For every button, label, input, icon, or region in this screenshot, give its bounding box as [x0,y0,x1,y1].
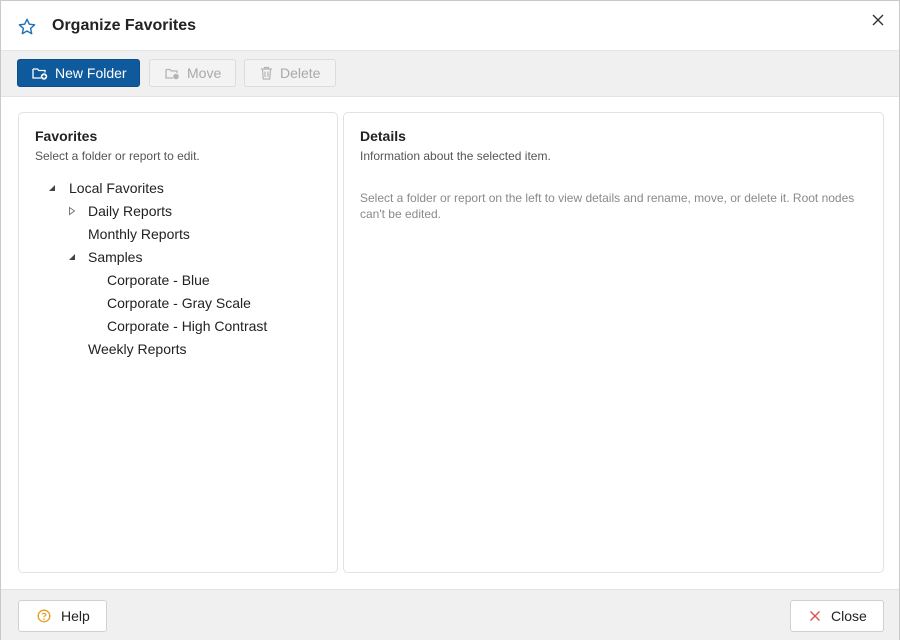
close-icon [810,611,820,621]
delete-label: Delete [280,65,321,81]
folder-add-icon [32,68,48,80]
expanded-triangle-icon[interactable] [47,183,57,193]
move-label: Move [187,65,222,81]
tree-node-label: Monthly Reports [88,226,190,242]
help-button[interactable]: Help [18,600,107,632]
close-icon[interactable] [867,9,889,31]
close-button[interactable]: Close [790,600,884,632]
star-icon [18,18,36,35]
trash-icon [261,66,272,80]
favorites-panel: Favorites Select a folder or report to e… [18,112,338,573]
tree-node-monthly-reports[interactable]: Monthly Reports [88,223,190,245]
tree-node-label: Corporate - High Contrast [107,318,268,334]
favorites-title: Favorites [35,128,98,144]
delete-button[interactable]: Delete [244,59,336,87]
folder-move-icon [165,68,179,79]
tree-node-label: Corporate - Blue [107,272,210,288]
new-folder-button[interactable]: New Folder [17,59,140,87]
dialog-footer: Help Close [1,589,899,640]
tree-node-corporate-gray-scale[interactable]: Corporate - Gray Scale [107,292,251,314]
tree-node-label: Weekly Reports [88,341,187,357]
details-title: Details [360,128,406,144]
tree-node-samples[interactable]: Samples [69,246,143,268]
details-hint: Select a folder or report on the left to… [360,191,855,221]
organize-favorites-dialog: Organize Favorites New Folder Move Delet… [0,0,900,640]
tree-node-label: Samples [88,249,143,265]
dialog-titlebar: Organize Favorites [1,1,899,51]
move-button[interactable]: Move [149,59,236,87]
tree-node-label: Corporate - Gray Scale [107,295,251,311]
tree-node-daily-reports[interactable]: Daily Reports [69,200,173,222]
collapsed-triangle-icon[interactable] [67,206,77,216]
help-circle-icon [37,609,51,623]
help-label: Help [61,608,90,624]
details-panel: Details Information about the selected i… [343,112,884,573]
close-label: Close [831,608,867,624]
dialog-title: Organize Favorites [52,17,197,34]
tree-node-label: Daily Reports [88,203,173,219]
tree-node-corporate-blue[interactable]: Corporate - Blue [107,269,210,291]
details-subtitle: Information about the selected item. [360,149,551,163]
expanded-triangle-icon[interactable] [67,252,77,262]
tree-node-label: Local Favorites [69,180,164,196]
tree-node-corporate-high-contrast[interactable]: Corporate - High Contrast [107,315,267,337]
favorites-subtitle: Select a folder or report to edit. [35,149,200,163]
tree-node-weekly-reports[interactable]: Weekly Reports [88,338,187,360]
toolbar: New Folder Move Delete [1,50,899,97]
tree-node-local-favorites[interactable]: Local Favorites [49,177,164,199]
new-folder-label: New Folder [55,65,127,81]
